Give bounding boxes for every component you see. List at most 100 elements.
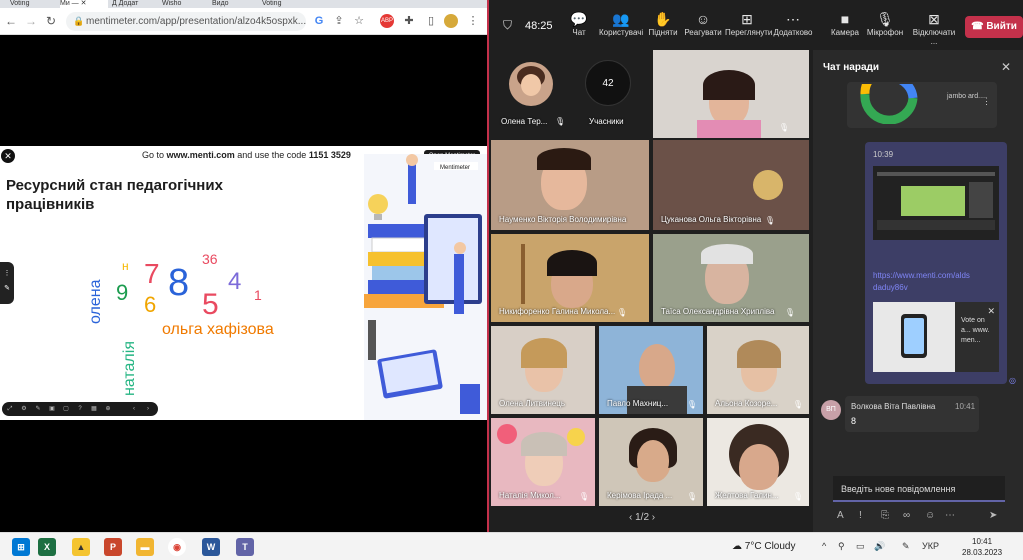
leave-button[interactable]: ☎ Вийти — [965, 16, 1023, 38]
start-icon[interactable]: ⊞ — [12, 538, 30, 556]
settings-icon[interactable]: ⚙ — [20, 405, 28, 413]
teams-icon[interactable]: T — [236, 538, 254, 556]
link-preview[interactable]: Vote on a... www. men... ✕ — [873, 302, 999, 372]
participant-name: Керімова Ірада ... — [607, 491, 673, 500]
slide-bottom-controls[interactable]: ⤢ ⚙ ✎ ▣ ▢ ? ▦ ⊕ ‹ › — [2, 402, 158, 416]
important-icon[interactable]: ! — [859, 510, 862, 521]
send-icon[interactable]: ➤ — [989, 510, 997, 521]
more-icon[interactable]: ⋮ — [982, 96, 991, 107]
browser-tab[interactable]: Wisho — [162, 0, 202, 8]
chat-icon[interactable]: ▢ — [62, 405, 70, 413]
share-button[interactable]: ⊠ Відключати ... — [909, 10, 959, 46]
emoji-icon[interactable]: ☺ — [925, 510, 935, 521]
star-icon[interactable]: ☆ — [352, 14, 366, 28]
weather-text: 7°C Cloudy — [744, 541, 796, 552]
attach-icon[interactable]: ⎘ — [881, 510, 889, 521]
fullscreen-icon[interactable]: ⤢ — [6, 405, 14, 413]
language-indicator[interactable]: УКР — [922, 541, 939, 551]
folder-icon[interactable]: ▬ — [136, 538, 154, 556]
participants-count-tile[interactable]: 42 Учасники — [573, 50, 649, 136]
close-icon[interactable]: ✕ — [1001, 60, 1011, 74]
pen-icon[interactable]: ✎ — [902, 541, 910, 552]
video-tile[interactable]: Никифоренко Галина Микола... 🎙 — [491, 234, 649, 322]
google-icon[interactable]: G — [312, 14, 326, 28]
weather-widget[interactable]: ☁ 7°C Cloudy — [732, 541, 795, 552]
clock-date: 28.03.2023 — [962, 548, 1003, 557]
volume-icon[interactable]: 🔊 — [874, 541, 885, 552]
reload-icon[interactable]: ↻ — [44, 14, 58, 28]
video-tile[interactable]: Альона Козоре... 🎙 — [707, 326, 809, 414]
image-icon[interactable]: ▣ — [48, 405, 56, 413]
forward-icon[interactable]: → — [24, 14, 38, 28]
join-site: www.menti.com — [166, 150, 235, 160]
browser-tab-active[interactable]: Ми — ✕ — [60, 0, 108, 8]
message-input[interactable]: Введіть нове повідомлення — [833, 476, 1005, 502]
chrome-icon[interactable]: ◉ — [168, 538, 186, 556]
pen-icon[interactable]: ✎ — [34, 405, 42, 413]
avatar[interactable] — [444, 14, 458, 28]
video-tile[interactable]: Цуканова Ольга Вікторівна 🎙 — [653, 140, 809, 230]
video-tile[interactable]: Желтова Галин... 🎙 — [707, 418, 809, 506]
excel-icon[interactable]: X — [38, 538, 56, 556]
app-icon[interactable]: ▲ — [72, 538, 90, 556]
next-page-icon[interactable]: › — [652, 512, 655, 523]
mic-icon: 🎙 — [876, 11, 894, 27]
menu-icon[interactable]: ⋮ — [466, 14, 480, 28]
video-tile[interactable]: Керімова Ірада ... 🎙 — [599, 418, 703, 506]
sender-name: Волкова Віта Павлівна — [851, 402, 936, 411]
raise-hand-icon: ✋ — [654, 11, 672, 27]
video-tile[interactable]: Наталія Микол... 🎙 — [491, 418, 595, 506]
word-cloud-item: 5 — [202, 288, 219, 321]
format-icon[interactable]: A — [837, 510, 844, 521]
next-icon[interactable]: › — [144, 405, 152, 413]
word-icon[interactable]: W — [202, 538, 220, 556]
file-message[interactable]: jambo ard.... ⋮ — [847, 82, 997, 128]
react-button[interactable]: ☺ Реагувати — [681, 10, 725, 37]
word-cloud-item: 4 — [228, 268, 242, 295]
teams-meeting-window: ⛉ 48:25 💬 Чат 👥 Користувачі ✋ Підняти ☺ Реаг… — [487, 0, 1023, 532]
network-icon[interactable]: ⚲ — [838, 541, 845, 552]
video-tile[interactable]: Таїса Олександрівна Хрипліва 🎙 — [653, 234, 809, 322]
video-tile[interactable]: Науменко Вікторія Володимирівна — [491, 140, 649, 230]
battery-icon[interactable]: ▭ — [856, 541, 865, 552]
back-icon[interactable]: ← — [4, 14, 18, 28]
browser-tab[interactable]: Voting — [10, 0, 50, 8]
avatar — [509, 62, 553, 106]
chat-button[interactable]: 💬 Чат — [557, 10, 601, 37]
screenshot-image[interactable] — [873, 166, 999, 240]
adblock-icon[interactable]: ABP — [380, 14, 394, 28]
video-tile[interactable]: Павло Махниц... 🎙 — [599, 326, 703, 414]
clock[interactable]: 10:41 28.03.2023 — [962, 536, 1002, 558]
chevron-up-icon[interactable]: ^ — [822, 541, 826, 551]
powerpoint-icon[interactable]: P — [104, 538, 122, 556]
grid-icon[interactable]: ▦ — [90, 405, 98, 413]
video-tile[interactable]: Олена Литвинець — [491, 326, 595, 414]
participant-avatar-tile[interactable]: Олена Тер... 🎙 — [491, 50, 569, 136]
video-tile[interactable]: 🎙 — [653, 50, 809, 138]
browser-tab[interactable]: Видо — [212, 0, 252, 8]
menti-link[interactable]: https://www.menti.com/alds daduy86v — [873, 270, 999, 294]
close-icon[interactable]: ✕ — [987, 306, 995, 317]
shield-icon[interactable]: ⛉ — [503, 18, 515, 32]
react-icon: ☺ — [695, 11, 711, 27]
share-icon[interactable]: ⇪ — [332, 14, 346, 28]
view-button[interactable]: ⊞ Переглянути — [725, 10, 772, 37]
slide-side-controls[interactable]: ⋮ ✎ — [0, 262, 14, 304]
browser-tab[interactable]: Voting — [262, 0, 302, 8]
address-bar[interactable]: 🔒 mentimeter.com/app/presentation/alzo4k… — [66, 12, 306, 31]
link-icon[interactable]: ∞ — [903, 510, 910, 521]
close-icon[interactable]: ✕ — [1, 149, 15, 163]
sidepanel-icon[interactable]: ▯ — [424, 14, 438, 28]
extensions-icon[interactable]: ✚ — [402, 14, 416, 28]
camera-button[interactable]: ■ Камера — [823, 10, 867, 37]
participant-name: Таїса Олександрівна Хрипліва — [661, 307, 775, 316]
mic-button[interactable]: 🎙 Мікрофон — [863, 10, 907, 37]
prev-icon[interactable]: ‹ — [130, 405, 138, 413]
more-button[interactable]: ⋯ Додатково — [771, 10, 815, 37]
raise-hand-button[interactable]: ✋ Підняти — [641, 10, 685, 37]
more-icon[interactable]: ⋯ — [945, 510, 955, 521]
people-button[interactable]: 👥 Користувачі — [599, 10, 643, 37]
zoom-icon[interactable]: ⊕ — [104, 405, 112, 413]
browser-tab[interactable]: Д Додат — [112, 0, 152, 8]
qa-icon[interactable]: ? — [76, 405, 84, 413]
